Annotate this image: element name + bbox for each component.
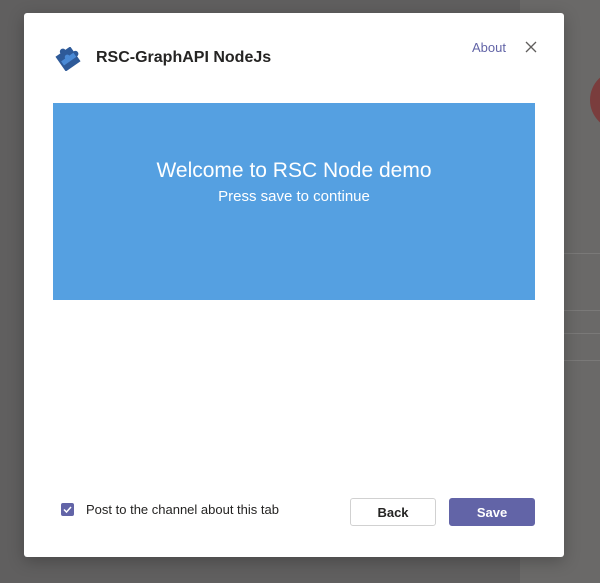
puzzle-piece-icon bbox=[55, 47, 81, 71]
about-link[interactable]: About bbox=[472, 40, 506, 55]
banner-heading: Welcome to RSC Node demo bbox=[156, 159, 432, 182]
app-title: RSC-GraphAPI NodeJs bbox=[96, 49, 272, 66]
save-button[interactable]: Save bbox=[449, 498, 535, 526]
back-button[interactable]: Back bbox=[350, 498, 436, 526]
close-icon[interactable] bbox=[521, 37, 541, 57]
tab-config-dialog: RSC-GraphAPI NodeJs About Welcome to RSC… bbox=[24, 13, 564, 557]
post-to-channel-label[interactable]: Post to the channel about this tab bbox=[86, 502, 279, 517]
background-divider bbox=[560, 360, 600, 361]
background-divider bbox=[560, 310, 600, 311]
post-to-channel-checkbox[interactable] bbox=[61, 503, 74, 516]
banner-subheading: Press save to continue bbox=[218, 188, 370, 205]
background-divider bbox=[560, 333, 600, 334]
welcome-banner: Welcome to RSC Node demo Press save to c… bbox=[53, 103, 535, 300]
background-divider bbox=[560, 253, 600, 254]
checkmark-icon bbox=[63, 506, 72, 514]
